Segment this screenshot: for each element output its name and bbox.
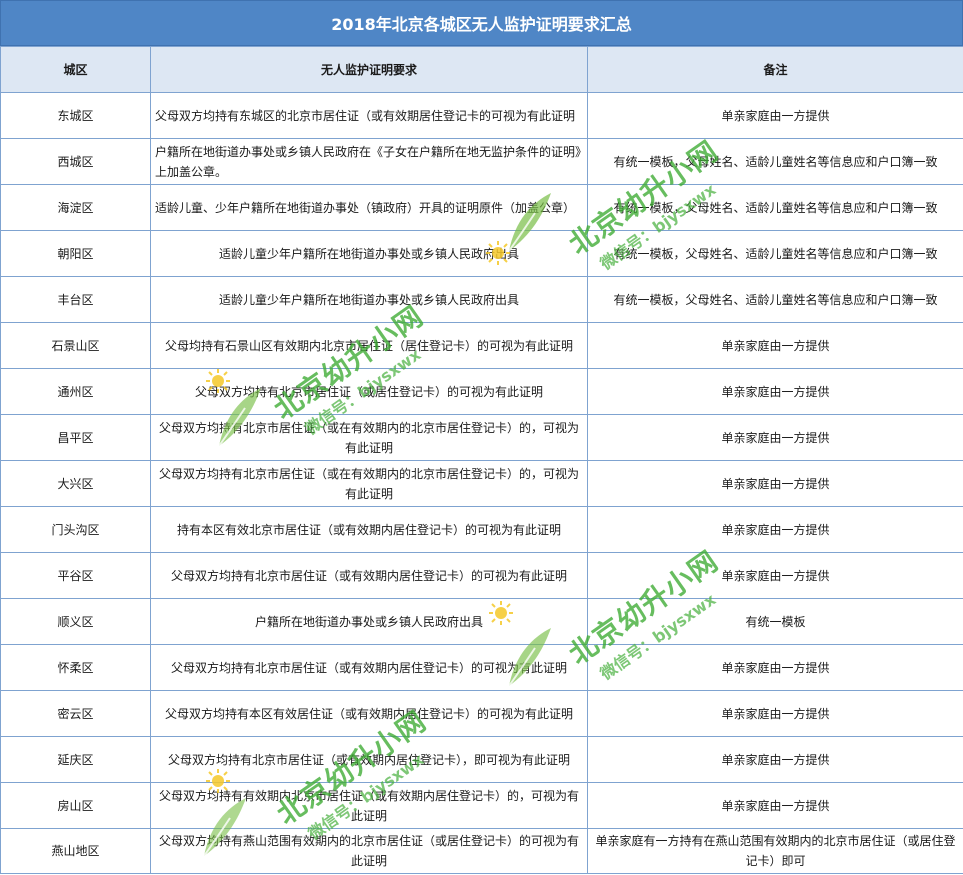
district-cell: 石景山区 <box>0 322 151 369</box>
district-cell: 东城区 <box>0 92 151 139</box>
district-cell: 密云区 <box>0 690 151 737</box>
district-cell: 朝阳区 <box>0 230 151 277</box>
requirement-cell: 父母双方均持有北京市居住证（或有效期内居住登记卡）的可视为有此证明 <box>150 644 588 691</box>
requirement-cell: 父母均持有石景山区有效期内北京市居住证（居住登记卡）的可视为有此证明 <box>150 322 588 369</box>
requirement-cell: 父母双方均持有本区有效居住证（或有效期内居住登记卡）的可视为有此证明 <box>150 690 588 737</box>
column-header-district: 城区 <box>0 46 151 93</box>
table-row: 延庆区 父母双方均持有北京市居住证（或有效期内居住登记卡），即可视为有此证明 单… <box>0 736 963 783</box>
district-cell: 通州区 <box>0 368 151 415</box>
table-row: 石景山区 父母均持有石景山区有效期内北京市居住证（居住登记卡）的可视为有此证明 … <box>0 322 963 369</box>
note-cell: 有统一模板，父母姓名、适龄儿童姓名等信息应和户口簿一致 <box>587 230 963 277</box>
note-cell: 单亲家庭由一方提供 <box>587 414 963 461</box>
requirement-cell: 适龄儿童少年户籍所在地街道办事处或乡镇人民政府出具 <box>150 230 588 277</box>
note-cell: 有统一模板，父母姓名、适龄儿童姓名等信息应和户口簿一致 <box>587 184 963 231</box>
summary-sheet: 2018年北京各城区无人监护证明要求汇总 城区 无人监护证明要求 备注 东城区 … <box>0 0 963 875</box>
sheet-title: 2018年北京各城区无人监护证明要求汇总 <box>0 0 963 46</box>
table-row: 怀柔区 父母双方均持有北京市居住证（或有效期内居住登记卡）的可视为有此证明 单亲… <box>0 644 963 691</box>
table-row: 房山区 父母双方均持有有效期内北京市居住证（或有效期内居住登记卡）的，可视为有此… <box>0 782 963 829</box>
requirement-cell: 适龄儿童、少年户籍所在地街道办事处（镇政府）开具的证明原件（加盖公章） <box>150 184 588 231</box>
table-row: 密云区 父母双方均持有本区有效居住证（或有效期内居住登记卡）的可视为有此证明 单… <box>0 690 963 737</box>
table-row: 通州区 父母双方均持有北京市居住证（或居住登记卡）的可视为有此证明 单亲家庭由一… <box>0 368 963 415</box>
requirement-cell: 父母双方均持有北京市居住证（或有效期内居住登记卡），即可视为有此证明 <box>150 736 588 783</box>
requirement-cell: 户籍所在地街道办事处或乡镇人民政府出具 <box>150 598 588 645</box>
table-row: 丰台区 适龄儿童少年户籍所在地街道办事处或乡镇人民政府出具 有统一模板，父母姓名… <box>0 276 963 323</box>
note-cell: 单亲家庭由一方提供 <box>587 690 963 737</box>
note-cell: 有统一模板，父母姓名、适龄儿童姓名等信息应和户口簿一致 <box>587 138 963 185</box>
column-header-requirement: 无人监护证明要求 <box>150 46 588 93</box>
table-row: 昌平区 父母双方均持有北京市居住证（或在有效期内的北京市居住登记卡）的，可视为有… <box>0 414 963 461</box>
district-cell: 昌平区 <box>0 414 151 461</box>
district-cell: 门头沟区 <box>0 506 151 553</box>
table-row: 燕山地区 父母双方均持有燕山范围有效期内的北京市居住证（或居住登记卡）的可视为有… <box>0 828 963 874</box>
note-cell: 单亲家庭由一方提供 <box>587 552 963 599</box>
requirement-cell: 父母双方均持有有效期内北京市居住证（或有效期内居住登记卡）的，可视为有此证明 <box>150 782 588 829</box>
requirement-cell: 适龄儿童少年户籍所在地街道办事处或乡镇人民政府出具 <box>150 276 588 323</box>
district-cell: 海淀区 <box>0 184 151 231</box>
district-cell: 燕山地区 <box>0 828 151 874</box>
note-cell: 单亲家庭由一方提供 <box>587 782 963 829</box>
requirement-cell: 父母双方均持有北京市居住证（或有效期内居住登记卡）的可视为有此证明 <box>150 552 588 599</box>
requirement-cell: 父母双方均持有北京市居住证（或居住登记卡）的可视为有此证明 <box>150 368 588 415</box>
note-cell: 单亲家庭由一方提供 <box>587 322 963 369</box>
requirement-cell: 持有本区有效北京市居住证（或有效期内居住登记卡）的可视为有此证明 <box>150 506 588 553</box>
table-row: 顺义区 户籍所在地街道办事处或乡镇人民政府出具 有统一模板 <box>0 598 963 645</box>
note-cell: 有统一模板，父母姓名、适龄儿童姓名等信息应和户口簿一致 <box>587 276 963 323</box>
note-cell: 单亲家庭由一方提供 <box>587 506 963 553</box>
district-cell: 西城区 <box>0 138 151 185</box>
requirements-table: 城区 无人监护证明要求 备注 东城区 父母双方均持有东城区的北京市居住证（或有效… <box>0 46 963 874</box>
table-row: 西城区 户籍所在地街道办事处或乡镇人民政府在《子女在户籍所在地无监护条件的证明》… <box>0 138 963 185</box>
district-cell: 延庆区 <box>0 736 151 783</box>
note-cell: 单亲家庭由一方提供 <box>587 736 963 783</box>
note-cell: 单亲家庭由一方提供 <box>587 92 963 139</box>
table-row: 门头沟区 持有本区有效北京市居住证（或有效期内居住登记卡）的可视为有此证明 单亲… <box>0 506 963 553</box>
requirement-cell: 户籍所在地街道办事处或乡镇人民政府在《子女在户籍所在地无监护条件的证明》上加盖公… <box>150 138 588 185</box>
requirement-cell: 父母双方均持有北京市居住证（或在有效期内的北京市居住登记卡）的，可视为有此证明 <box>150 414 588 461</box>
district-cell: 大兴区 <box>0 460 151 507</box>
requirement-cell: 父母双方均持有东城区的北京市居住证（或有效期居住登记卡的可视为有此证明 <box>150 92 588 139</box>
note-cell: 单亲家庭由一方提供 <box>587 460 963 507</box>
table-row: 东城区 父母双方均持有东城区的北京市居住证（或有效期居住登记卡的可视为有此证明 … <box>0 92 963 139</box>
requirement-cell: 父母双方均持有北京市居住证（或在有效期内的北京市居住登记卡）的，可视为有此证明 <box>150 460 588 507</box>
column-header-note: 备注 <box>587 46 963 93</box>
district-cell: 顺义区 <box>0 598 151 645</box>
district-cell: 房山区 <box>0 782 151 829</box>
district-cell: 怀柔区 <box>0 644 151 691</box>
table-row: 海淀区 适龄儿童、少年户籍所在地街道办事处（镇政府）开具的证明原件（加盖公章） … <box>0 184 963 231</box>
table-row: 大兴区 父母双方均持有北京市居住证（或在有效期内的北京市居住登记卡）的，可视为有… <box>0 460 963 507</box>
district-cell: 丰台区 <box>0 276 151 323</box>
note-cell: 单亲家庭由一方提供 <box>587 644 963 691</box>
district-cell: 平谷区 <box>0 552 151 599</box>
table-row: 朝阳区 适龄儿童少年户籍所在地街道办事处或乡镇人民政府出具 有统一模板，父母姓名… <box>0 230 963 277</box>
requirement-cell: 父母双方均持有燕山范围有效期内的北京市居住证（或居住登记卡）的可视为有此证明 <box>150 828 588 874</box>
table-row: 平谷区 父母双方均持有北京市居住证（或有效期内居住登记卡）的可视为有此证明 单亲… <box>0 552 963 599</box>
note-cell: 有统一模板 <box>587 598 963 645</box>
note-cell: 单亲家庭有一方持有在燕山范围有效期内的北京市居住证（或居住登记卡）即可 <box>587 828 963 874</box>
table-header-row: 城区 无人监护证明要求 备注 <box>0 46 963 93</box>
note-cell: 单亲家庭由一方提供 <box>587 368 963 415</box>
